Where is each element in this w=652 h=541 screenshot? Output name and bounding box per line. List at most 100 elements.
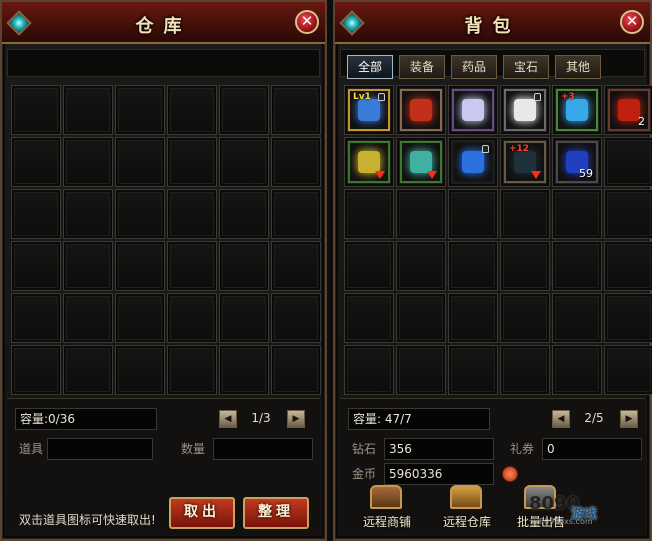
grid-slot[interactable] bbox=[552, 241, 602, 291]
bag-prev-page-button[interactable]: ◀ bbox=[552, 410, 570, 428]
grid-slot[interactable] bbox=[344, 137, 394, 187]
tab-all[interactable]: 全部 bbox=[347, 55, 393, 79]
grid-slot[interactable] bbox=[396, 345, 446, 395]
grid-slot[interactable] bbox=[167, 189, 217, 239]
grid-slot[interactable] bbox=[448, 85, 498, 135]
grid-slot[interactable] bbox=[11, 189, 61, 239]
grid-slot[interactable] bbox=[167, 241, 217, 291]
grid-slot[interactable] bbox=[219, 241, 269, 291]
tab-other[interactable]: 其他 bbox=[555, 55, 601, 79]
grid-slot[interactable] bbox=[500, 345, 550, 395]
red-book-item[interactable]: 2 bbox=[608, 89, 650, 131]
buy-gold-icon[interactable] bbox=[502, 466, 518, 482]
grid-slot[interactable] bbox=[448, 189, 498, 239]
take-out-button[interactable]: 取出 bbox=[169, 497, 235, 529]
grid-slot[interactable] bbox=[115, 241, 165, 291]
grid-slot[interactable] bbox=[63, 241, 113, 291]
grid-slot[interactable] bbox=[344, 241, 394, 291]
grid-slot[interactable] bbox=[448, 293, 498, 343]
grid-slot[interactable] bbox=[396, 189, 446, 239]
grid-slot[interactable] bbox=[219, 189, 269, 239]
grid-slot[interactable] bbox=[448, 345, 498, 395]
grid-slot[interactable] bbox=[271, 241, 321, 291]
grid-slot[interactable] bbox=[115, 137, 165, 187]
grid-slot[interactable] bbox=[344, 189, 394, 239]
warehouse-next-page-button[interactable]: ▶ bbox=[287, 410, 305, 428]
grid-slot[interactable] bbox=[63, 345, 113, 395]
grid-slot[interactable] bbox=[396, 85, 446, 135]
tab-equipment[interactable]: 装备 bbox=[399, 55, 445, 79]
bag-next-page-button[interactable]: ▶ bbox=[620, 410, 638, 428]
close-warehouse-button[interactable]: ✕ bbox=[295, 10, 319, 34]
grid-slot[interactable] bbox=[219, 345, 269, 395]
grid-slot[interactable]: Lv1 bbox=[344, 85, 394, 135]
grid-slot[interactable]: +3 bbox=[552, 85, 602, 135]
blue-crystal-item[interactable]: Lv1 bbox=[348, 89, 390, 131]
grid-slot[interactable] bbox=[604, 345, 652, 395]
remote-shop-button[interactable]: 远程商铺 bbox=[346, 483, 428, 535]
grid-slot[interactable] bbox=[500, 241, 550, 291]
warehouse-prev-page-button[interactable]: ◀ bbox=[219, 410, 237, 428]
grid-slot[interactable] bbox=[219, 293, 269, 343]
grid-slot[interactable] bbox=[167, 85, 217, 135]
remote-warehouse-button[interactable]: 远程仓库 bbox=[426, 483, 508, 535]
grid-slot[interactable] bbox=[115, 293, 165, 343]
grid-slot[interactable] bbox=[604, 241, 652, 291]
grid-slot[interactable] bbox=[63, 137, 113, 187]
grid-slot[interactable] bbox=[552, 189, 602, 239]
grid-slot[interactable] bbox=[448, 137, 498, 187]
grid-slot[interactable] bbox=[396, 137, 446, 187]
grid-slot[interactable] bbox=[552, 345, 602, 395]
grid-slot[interactable] bbox=[552, 293, 602, 343]
grid-slot[interactable] bbox=[167, 137, 217, 187]
grid-slot[interactable] bbox=[63, 85, 113, 135]
grid-slot[interactable] bbox=[271, 85, 321, 135]
grid-slot[interactable]: 2 bbox=[604, 85, 652, 135]
grid-slot[interactable] bbox=[604, 137, 652, 187]
grid-slot[interactable] bbox=[344, 345, 394, 395]
item-qty-field[interactable] bbox=[213, 438, 313, 460]
blue-gem-item[interactable] bbox=[452, 141, 494, 183]
grid-slot[interactable] bbox=[604, 189, 652, 239]
silver-wings-item[interactable] bbox=[452, 89, 494, 131]
grid-slot[interactable] bbox=[11, 293, 61, 343]
grid-slot[interactable] bbox=[167, 345, 217, 395]
tab-potions[interactable]: 药品 bbox=[451, 55, 497, 79]
grid-slot[interactable] bbox=[63, 293, 113, 343]
grid-slot[interactable] bbox=[271, 345, 321, 395]
grid-slot[interactable] bbox=[271, 189, 321, 239]
blue-gauntlet-item[interactable]: +3 bbox=[556, 89, 598, 131]
grid-slot[interactable] bbox=[115, 189, 165, 239]
grid-slot[interactable] bbox=[396, 293, 446, 343]
panda-mount-item[interactable] bbox=[504, 89, 546, 131]
grid-slot[interactable] bbox=[115, 345, 165, 395]
grid-slot[interactable] bbox=[11, 345, 61, 395]
red-pouch-item[interactable] bbox=[400, 89, 442, 131]
grid-slot[interactable] bbox=[219, 137, 269, 187]
grid-slot[interactable] bbox=[11, 85, 61, 135]
grid-slot[interactable]: +12 bbox=[500, 137, 550, 187]
grid-slot[interactable] bbox=[500, 293, 550, 343]
blue-potion-item[interactable]: 59 bbox=[556, 141, 598, 183]
dark-boots-item[interactable]: +12 bbox=[504, 141, 546, 183]
grid-slot[interactable] bbox=[344, 293, 394, 343]
grid-slot[interactable] bbox=[63, 189, 113, 239]
grid-slot[interactable] bbox=[115, 85, 165, 135]
grid-slot[interactable] bbox=[604, 293, 652, 343]
grid-slot[interactable]: 59 bbox=[552, 137, 602, 187]
grid-slot[interactable] bbox=[396, 241, 446, 291]
grid-slot[interactable] bbox=[11, 137, 61, 187]
grid-slot[interactable] bbox=[448, 241, 498, 291]
grid-slot[interactable] bbox=[271, 293, 321, 343]
tab-gems[interactable]: 宝石 bbox=[503, 55, 549, 79]
grid-slot[interactable] bbox=[11, 241, 61, 291]
sort-button[interactable]: 整理 bbox=[243, 497, 309, 529]
grid-slot[interactable] bbox=[167, 293, 217, 343]
grid-slot[interactable] bbox=[219, 85, 269, 135]
grid-slot[interactable] bbox=[500, 85, 550, 135]
close-bag-button[interactable]: ✕ bbox=[620, 10, 644, 34]
teal-shield-item[interactable] bbox=[400, 141, 442, 183]
grid-slot[interactable] bbox=[271, 137, 321, 187]
grid-slot[interactable] bbox=[500, 189, 550, 239]
gold-helmet-item[interactable] bbox=[348, 141, 390, 183]
